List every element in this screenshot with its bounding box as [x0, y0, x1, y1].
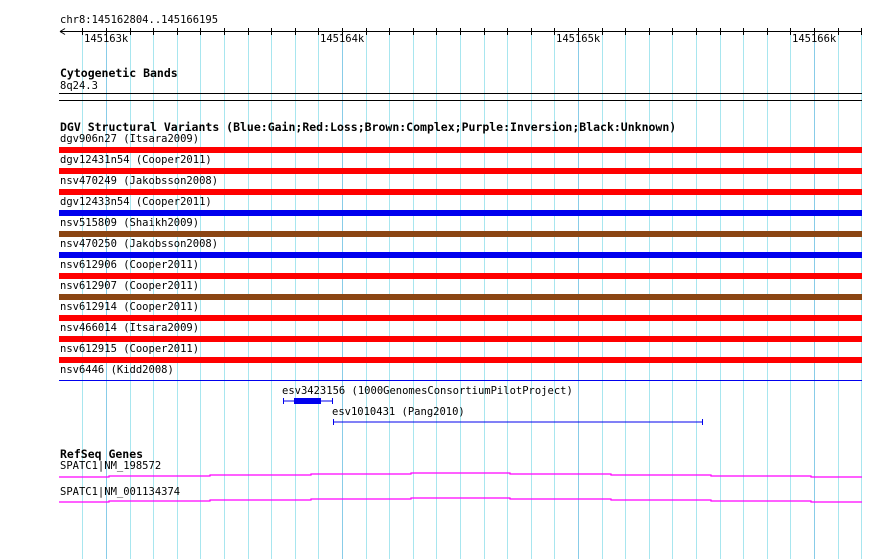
- gene-models[interactable]: [0, 0, 890, 559]
- gene-intron-line: [59, 472, 862, 478]
- genome-browser: chr8:145162804..145166195 145163k 145164…: [0, 0, 890, 559]
- gene-intron-line: [59, 497, 862, 503]
